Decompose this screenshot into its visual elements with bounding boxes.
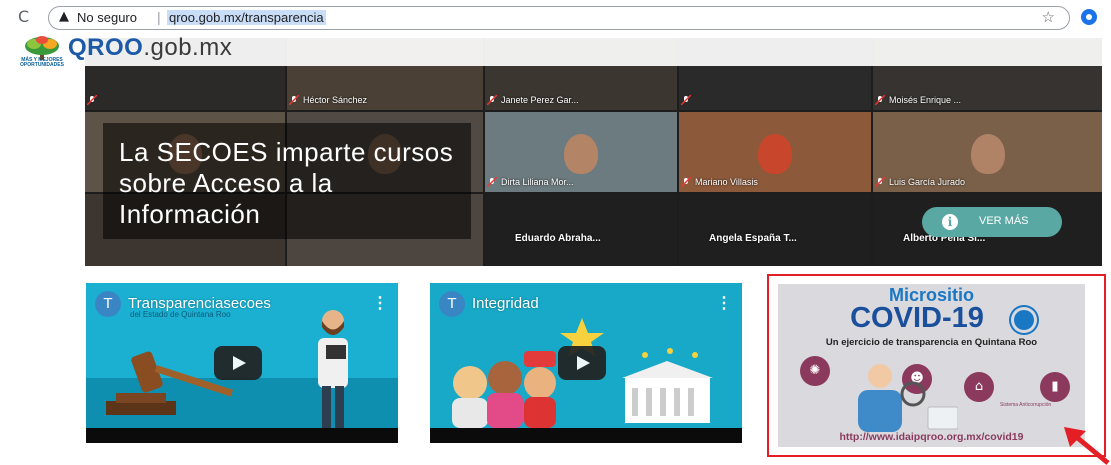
participant-name: Angela España T... [709, 233, 797, 244]
play-button-icon[interactable] [558, 346, 606, 380]
hero-caption-box: La SECOES imparte cursos sobre Acceso a … [103, 123, 471, 239]
bar-chart-icon: ▮ [1040, 372, 1070, 402]
muted-mic-icon [681, 95, 691, 105]
video-transparencia[interactable]: T Transparenciasecoes del Estado de Quin… [86, 283, 398, 443]
separator: | [157, 9, 161, 25]
person-with-magnifier-illustration [858, 364, 958, 432]
play-button-icon[interactable] [214, 346, 262, 380]
video-tile: Dirta Liliana Mor... [485, 112, 677, 192]
participant-name: Héctor Sánchez [303, 95, 368, 105]
hero-caption: La SECOES imparte cursos sobre Acceso a … [119, 137, 454, 229]
muted-mic-icon [487, 177, 497, 187]
building-icon: ⌂ [964, 372, 994, 402]
muted-mic-icon [487, 95, 497, 105]
kebab-menu-icon[interactable]: ⋮ [716, 293, 732, 313]
org-label: Sistema Anticorrupción [1000, 402, 1052, 408]
video-integridad[interactable]: T Integridad ⋮ [430, 283, 742, 443]
ver-mas-button[interactable]: i VER MÁS [922, 207, 1062, 237]
video-tile: Luis García Jurado [873, 112, 1102, 192]
address-bar[interactable]: ▲ No seguro | qroo.gob.mx/transparencia … [48, 6, 1070, 30]
video-tile: Angela España T... [679, 194, 871, 266]
muted-mic-icon [87, 95, 97, 105]
participant-name: Eduardo Abraha... [515, 233, 601, 244]
participant-video [564, 134, 598, 174]
brand-bold: QROO [68, 34, 144, 61]
channel-avatar[interactable]: T [95, 291, 121, 317]
red-arrow-icon [1064, 427, 1110, 465]
video-tile: Eduardo Abraha... [485, 194, 677, 266]
virus-icon [1014, 310, 1034, 330]
muted-mic-icon [875, 177, 885, 187]
covid-title: COVID-19 [850, 302, 984, 334]
site-header: MÁS Y MEJORES OPORTUNIDADES QROO.gob.mx [0, 34, 1111, 68]
video-title[interactable]: Integridad [472, 295, 539, 312]
participant-name: Janete Perez Gar... [501, 95, 579, 105]
muted-mic-icon [289, 95, 299, 105]
participant-name: Mariano Villasis [695, 177, 758, 187]
participant-name: Moisés Enrique ... [889, 95, 962, 105]
warning-icon[interactable]: ▲ [59, 9, 69, 24]
participant-name: Luis García Jurado [889, 177, 966, 187]
hero-carousel[interactable]: Héctor Sánchez Janete Perez Gar... Moisé… [85, 38, 1102, 266]
channel-avatar[interactable]: T [439, 291, 465, 317]
bookmark-star-icon[interactable]: ☆ [1042, 8, 1055, 26]
participant-video [758, 134, 792, 174]
url-text[interactable]: qroo.gob.mx/transparencia [167, 10, 326, 25]
kebab-menu-icon[interactable]: ⋮ [372, 293, 388, 313]
security-label[interactable]: No seguro [77, 10, 137, 25]
reload-icon[interactable]: C [18, 7, 29, 26]
covid-url[interactable]: http://www.idaipqroo.org.mx/covid19 [778, 431, 1085, 443]
brand-domain: .gob.mx [143, 34, 233, 61]
site-brand[interactable]: QROO.gob.mx [68, 34, 232, 62]
profile-icon[interactable] [1081, 9, 1097, 25]
participant-video [970, 134, 1005, 174]
video-subtitle: del Estado de Quintana Roo [130, 310, 231, 319]
browser-toolbar: C ▲ No seguro | qroo.gob.mx/transparenci… [0, 0, 1111, 34]
participant-name: Dirta Liliana Mor... [501, 177, 574, 187]
muted-mic-icon [681, 177, 691, 187]
logo-tagline: MÁS Y MEJORES OPORTUNIDADES [20, 57, 64, 68]
covid-microsite-banner[interactable]: Micrositio COVID-19 Un ejercicio de tran… [778, 284, 1085, 447]
video-tile: Mariano Villasis [679, 112, 871, 192]
covid-subtitle: Un ejercicio de transparencia en Quintan… [825, 337, 1038, 348]
ver-mas-label: VER MÁS [979, 215, 1029, 227]
info-icon: i [942, 214, 958, 230]
muted-mic-icon [875, 95, 885, 105]
